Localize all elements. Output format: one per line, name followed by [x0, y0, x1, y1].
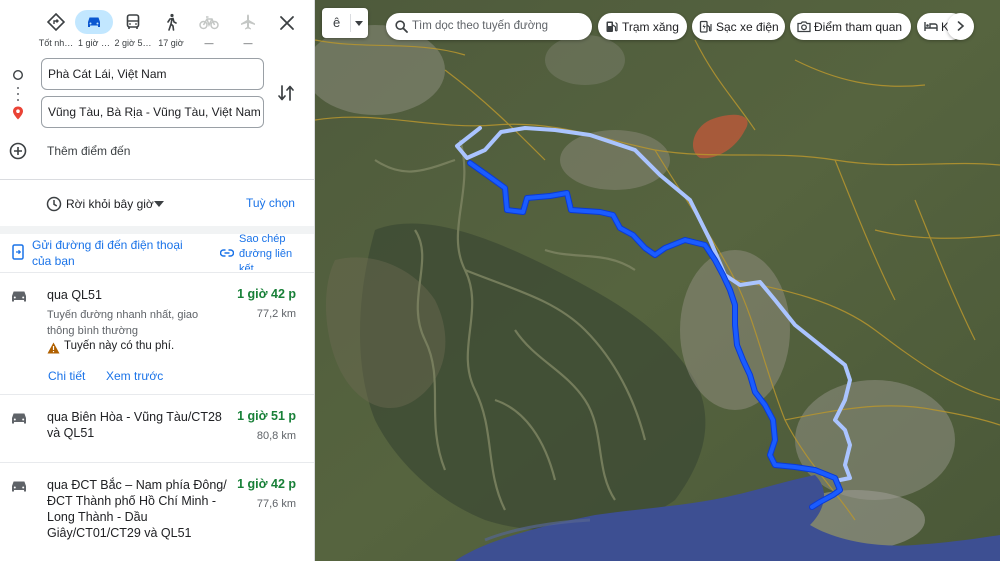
- mode-driving[interactable]: 1 giờ …: [75, 10, 113, 52]
- origin-row: Phà Cát Lái, Việt Nam: [0, 58, 314, 92]
- phone-send-icon: [12, 244, 24, 260]
- mode-cycling-label: —: [204, 38, 214, 48]
- bed-icon: [924, 22, 938, 31]
- search-placeholder: Tìm dọc theo tuyến đường: [412, 20, 549, 32]
- mode-best[interactable]: Tốt nh…: [37, 10, 75, 52]
- car-icon: [12, 291, 26, 302]
- gas-pump-icon: [606, 21, 618, 32]
- add-destination-button[interactable]: Thêm điểm đến: [8, 140, 288, 162]
- close-directions-button[interactable]: [276, 12, 298, 34]
- mode-walking-label: 17 giờ: [158, 38, 184, 48]
- route-duration: 1 giờ 51 p: [237, 409, 296, 423]
- bicycle-icon: [190, 10, 228, 34]
- chip-label: Điểm tham quan: [814, 20, 903, 34]
- chip-label: Sạc xe điện: [716, 20, 779, 34]
- airplane-icon: [229, 10, 267, 34]
- close-icon: [280, 16, 294, 30]
- depart-time-dropdown[interactable]: Rời khỏi bây giờ: [40, 191, 173, 217]
- mode-transit[interactable]: 2 giờ 5…: [114, 10, 152, 52]
- options-button[interactable]: Tuỳ chọn: [246, 196, 295, 210]
- route-duration: 1 giờ 42 p: [237, 477, 296, 491]
- route-title: qua QL51: [47, 288, 102, 302]
- route-duration: 1 giờ 42 p: [237, 287, 296, 301]
- chip-attractions[interactable]: Điểm tham quan: [790, 13, 911, 40]
- directions-panel: Tốt nh… 1 giờ … 2 giờ 5… 17 giờ — — Phà …: [0, 0, 315, 561]
- chip-label: Trạm xăng: [622, 20, 679, 34]
- send-to-phone-button[interactable]: Gửi đường đi đến điện thoại của bạn: [8, 237, 208, 271]
- map-canvas[interactable]: [315, 0, 1000, 561]
- origin-input[interactable]: Phà Cát Lái, Việt Nam: [41, 58, 264, 90]
- route-distance: 80,8 km: [256, 430, 296, 442]
- swap-arrows-icon: [278, 85, 294, 101]
- route-option[interactable]: qua Biên Hòa - Vũng Tàu/CT28 và QL51 1 g…: [0, 395, 314, 463]
- chevron-right-icon: [957, 21, 965, 31]
- car-icon: [75, 10, 113, 34]
- chip-ev-charging[interactable]: Sạc xe điện: [692, 13, 785, 40]
- camera-icon: [797, 21, 811, 33]
- caret-down-icon: [355, 21, 363, 26]
- divider: [0, 179, 314, 180]
- clock-icon: [46, 196, 62, 212]
- travel-mode-bar: Tốt nh… 1 giờ … 2 giờ 5… 17 giờ — —: [0, 0, 314, 56]
- origin-circle-icon: [12, 69, 24, 81]
- mode-flight[interactable]: —: [229, 10, 267, 52]
- add-circle-icon: [9, 142, 27, 160]
- route-distance: 77,2 km: [256, 308, 296, 320]
- send-to-phone-label: Gửi đường đi đến điện thoại của bạn: [32, 238, 183, 268]
- mode-transit-label: 2 giờ 5…: [114, 38, 152, 48]
- chips-scroll-right-button[interactable]: [947, 13, 974, 40]
- map-layer-button[interactable]: ê: [322, 8, 368, 38]
- divider: [350, 14, 351, 32]
- chip-gas-stations[interactable]: Trạm xăng: [598, 13, 687, 40]
- copy-link-label: Sao chép đường liên kết: [239, 233, 293, 270]
- search-icon: [395, 20, 408, 33]
- depart-time-label: Rời khỏi bây giờ: [66, 197, 154, 211]
- satellite-map: [315, 0, 1000, 561]
- swap-locations-button[interactable]: [276, 83, 296, 103]
- mode-cycling[interactable]: —: [190, 10, 228, 52]
- car-icon: [12, 481, 26, 492]
- bus-icon: [114, 10, 152, 34]
- route-option[interactable]: qua ĐCT Bắc – Nam phía Đông/ĐCT Thành ph…: [0, 463, 314, 561]
- mode-driving-label: 1 giờ …: [78, 38, 110, 48]
- mode-walking[interactable]: 17 giờ: [152, 10, 190, 52]
- link-icon: [220, 249, 234, 257]
- route-option[interactable]: qua QL51 1 giờ 42 p 77,2 km Tuyến đường …: [0, 273, 314, 395]
- destination-input[interactable]: Vũng Tàu, Bà Rịa - Vũng Tàu, Việt Nam: [41, 96, 264, 128]
- diamond-route-icon: [37, 10, 75, 34]
- route-title: qua Biên Hòa - Vũng Tàu/CT28 và QL51: [47, 410, 222, 440]
- warning-icon: [47, 342, 60, 354]
- route-title: qua ĐCT Bắc – Nam phía Đông/ĐCT Thành ph…: [47, 478, 227, 540]
- mode-flight-label: —: [243, 38, 253, 48]
- route-distance: 77,6 km: [256, 498, 296, 510]
- walking-icon: [152, 10, 190, 34]
- route-search-input[interactable]: Tìm dọc theo tuyến đường: [386, 13, 592, 40]
- layer-label: ê: [333, 15, 341, 30]
- ev-charger-icon: [699, 20, 712, 33]
- destination-pin-icon: [13, 106, 23, 120]
- route-description: Tuyến đường nhanh nhất, giao thông bình …: [47, 309, 199, 337]
- mode-best-label: Tốt nh…: [38, 38, 74, 48]
- car-icon: [12, 413, 26, 424]
- details-link[interactable]: Chi tiết: [48, 369, 85, 383]
- add-destination-label: Thêm điểm đến: [47, 144, 131, 158]
- toll-warning-text: Tuyến này có thu phí.: [64, 340, 175, 352]
- caret-down-icon: [154, 201, 164, 207]
- destination-row: Vũng Tàu, Bà Rịa - Vũng Tàu, Việt Nam: [0, 96, 314, 130]
- preview-link[interactable]: Xem trước: [106, 369, 163, 383]
- copy-link-button[interactable]: Sao chép đường liên kết: [218, 232, 308, 270]
- toll-warning: Tuyến này có thu phí.: [47, 340, 237, 356]
